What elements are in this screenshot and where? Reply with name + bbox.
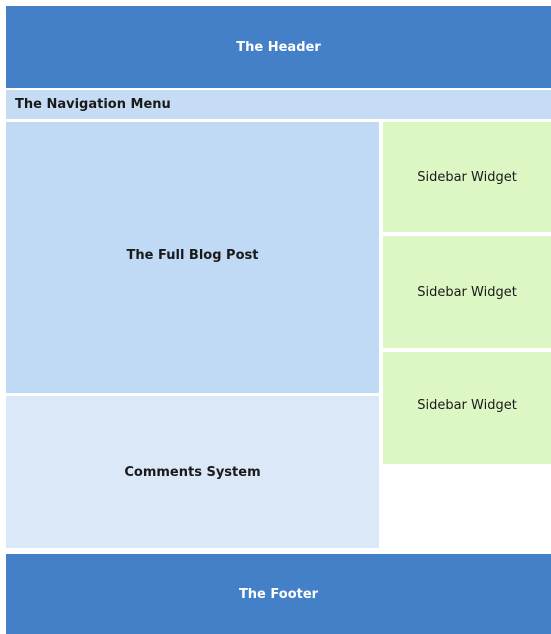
sidebar-widget-label: Sidebar Widget <box>417 284 517 300</box>
blog-post-block: The Full Blog Post <box>6 122 379 393</box>
header-label: The Header <box>236 39 321 55</box>
sidebar-widget-1: Sidebar Widget <box>383 122 551 232</box>
comments-label: Comments System <box>124 464 261 480</box>
footer-label: The Footer <box>238 586 319 602</box>
comments-block: Comments System <box>6 396 379 548</box>
layout-diagram: The Header The Navigation Menu The Full … <box>0 0 551 634</box>
sidebar-widget-2: Sidebar Widget <box>383 236 551 348</box>
sidebar-widget-label: Sidebar Widget <box>417 398 517 413</box>
navigation-menu-block: The Navigation Menu <box>6 90 551 119</box>
footer-block: The Footer <box>6 554 551 634</box>
header-block: The Header <box>6 6 551 88</box>
navigation-menu-label: The Navigation Menu <box>15 97 171 112</box>
blog-post-label: The Full Blog Post <box>126 248 259 263</box>
sidebar-widget-3: Sidebar Widget <box>383 352 551 464</box>
sidebar-widget-label: Sidebar Widget <box>417 169 517 185</box>
